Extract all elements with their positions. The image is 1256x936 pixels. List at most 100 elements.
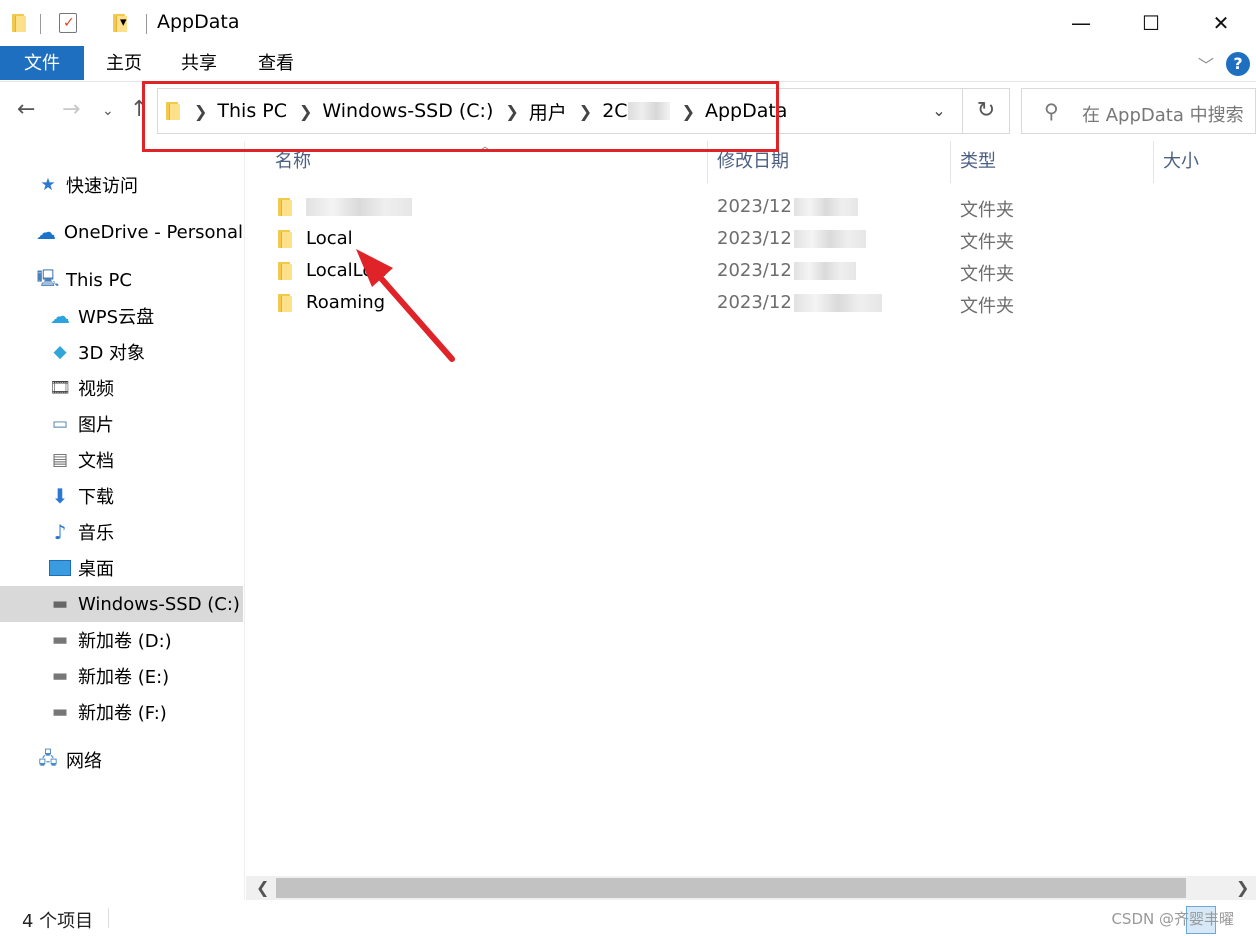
file-name: LocalLow <box>306 260 389 281</box>
sidebar-item-this-pc[interactable]: 🖳 This PC <box>0 262 243 298</box>
sidebar-item-label: OneDrive - Personal <box>63 221 243 243</box>
column-divider[interactable] <box>950 141 951 183</box>
sidebar-item-drive-c[interactable]: ▬ Windows-SSD (C:) <box>0 586 243 622</box>
sidebar-item-drive-f[interactable]: ▬ 新加卷 (F:) <box>0 694 243 730</box>
tab-file[interactable]: 文件 <box>0 46 84 80</box>
window-title: AppData <box>157 11 240 33</box>
sidebar-item-wps[interactable]: ☁ WPS云盘 <box>0 298 243 334</box>
table-row[interactable]: 2023/12 文件夹 <box>246 191 1256 223</box>
music-note-icon: ♪ <box>53 520 67 544</box>
sidebar-item-label: 3D 对象 <box>78 343 146 364</box>
sidebar-item-label: 快速访问 <box>66 176 138 197</box>
folder-icon <box>278 230 294 248</box>
column-header-type[interactable]: 类型 <box>960 141 996 183</box>
file-name <box>306 196 412 217</box>
file-name: Roaming <box>306 292 386 313</box>
sidebar-item-label: 新加卷 (F:) <box>78 703 167 724</box>
redacted-text <box>793 230 866 248</box>
sidebar-item-documents[interactable]: ▤ 文档 <box>0 442 243 478</box>
redacted-text <box>793 198 858 216</box>
table-row[interactable]: Local 2023/12 文件夹 <box>246 223 1256 255</box>
sidebar-item-desktop[interactable]: 桌面 <box>0 550 243 586</box>
file-date: 2023/12 <box>717 228 866 249</box>
status-bar: 4 个项目 CSDN @齐婴丰曜 <box>0 900 1256 936</box>
column-header-size[interactable]: 大小 <box>1163 141 1199 183</box>
sidebar-item-drive-e[interactable]: ▬ 新加卷 (E:) <box>0 658 243 694</box>
drive-icon: ▬ <box>51 630 69 650</box>
properties-icon[interactable]: ✓ <box>59 13 77 33</box>
sidebar-item-onedrive[interactable]: ☁ OneDrive - Personal <box>0 214 243 250</box>
table-row[interactable]: LocalLow 2023/12 文件夹 <box>246 255 1256 287</box>
sidebar-item-label: This PC <box>66 269 132 291</box>
file-type: 文件夹 <box>960 232 1014 253</box>
customize-toolbar-icon[interactable]: ▾ <box>120 15 127 30</box>
sidebar-item-label: 图片 <box>78 415 114 436</box>
network-icon: 🖧 <box>38 748 58 769</box>
horizontal-scrollbar[interactable]: ❮ ❯ <box>246 876 1256 900</box>
star-icon: ★ <box>40 175 56 195</box>
cube-icon: ◆ <box>53 342 67 362</box>
scrollbar-thumb[interactable] <box>276 878 1186 898</box>
ribbon-tabs: 文件 主页 共享 查看 ﹀ ? <box>0 46 1256 82</box>
drive-icon: ▬ <box>51 702 69 722</box>
column-divider[interactable] <box>1153 141 1154 183</box>
drive-icon: ▬ <box>51 594 69 614</box>
redacted-text <box>793 262 856 280</box>
search-icon: ⚲ <box>1044 99 1059 123</box>
sidebar-item-3d-objects[interactable]: ◆ 3D 对象 <box>0 334 243 370</box>
sidebar-item-pictures[interactable]: ▭ 图片 <box>0 406 243 442</box>
search-input[interactable]: 在 AppData 中搜索 <box>1082 101 1244 127</box>
file-name: Local <box>306 228 353 249</box>
sidebar-item-label: 音乐 <box>78 523 114 544</box>
sidebar-item-label: 新加卷 (D:) <box>78 631 172 652</box>
folder-icon <box>278 262 294 280</box>
sidebar-item-music[interactable]: ♪ 音乐 <box>0 514 243 550</box>
close-button[interactable]: ✕ <box>1186 0 1256 46</box>
back-icon[interactable]: ← <box>17 97 35 122</box>
sidebar-item-label: 文档 <box>78 451 114 472</box>
file-date: 2023/12 <box>717 196 858 217</box>
sidebar-item-downloads[interactable]: ⬇ 下载 <box>0 478 243 514</box>
document-icon: ▤ <box>51 450 69 470</box>
cloud-icon: ☁ <box>35 220 56 244</box>
sidebar-item-label: 网络 <box>66 751 102 772</box>
highlight-box <box>142 81 779 152</box>
download-icon: ⬇ <box>51 484 69 508</box>
recent-locations-icon[interactable]: ⌄ <box>102 103 114 119</box>
minimize-button[interactable]: — <box>1046 0 1116 46</box>
sidebar-item-videos[interactable]: 🎞 视频 <box>0 370 243 406</box>
maximize-button[interactable]: ☐ <box>1116 0 1186 46</box>
tab-home[interactable]: 主页 <box>84 46 164 80</box>
computer-icon: 🖳 <box>36 268 60 289</box>
chevron-down-icon[interactable]: ⌄ <box>916 89 962 133</box>
sidebar-item-label: Windows-SSD (C:) <box>78 593 240 615</box>
file-type: 文件夹 <box>960 296 1014 317</box>
scroll-left-icon[interactable]: ❮ <box>256 878 269 897</box>
redacted-text <box>306 198 412 216</box>
forward-icon[interactable]: → <box>62 97 80 122</box>
search-box[interactable]: ⚲ 在 AppData 中搜索 <box>1021 88 1256 134</box>
refresh-button[interactable]: ↻ <box>962 88 1010 134</box>
drive-icon: ▬ <box>51 666 69 686</box>
expand-ribbon-icon[interactable]: ﹀ <box>1198 52 1214 76</box>
sidebar-item-label: WPS云盘 <box>78 307 155 328</box>
item-count: 4 个项目 <box>22 911 94 932</box>
sidebar-item-label: 下载 <box>78 487 114 508</box>
sidebar-item-quick-access[interactable]: ★ 快速访问 <box>0 167 243 203</box>
divider <box>40 14 41 34</box>
watermark: CSDN @齐婴丰曜 <box>1111 910 1234 928</box>
help-icon[interactable]: ? <box>1226 52 1250 76</box>
file-list: ︿ 名称 修改日期 类型 大小 2023/12 文件夹 Local 2023/1… <box>246 139 1256 876</box>
file-date: 2023/12 <box>717 260 856 281</box>
tab-view[interactable]: 查看 <box>236 46 316 80</box>
redacted-text <box>793 294 882 312</box>
title-bar: ✓ ▾ AppData — ☐ ✕ <box>0 0 1256 46</box>
scroll-right-icon[interactable]: ❯ <box>1236 878 1249 897</box>
sidebar-item-network[interactable]: 🖧 网络 <box>0 742 243 778</box>
picture-icon: ▭ <box>51 414 69 434</box>
tab-share[interactable]: 共享 <box>159 46 239 80</box>
folder-icon <box>278 198 294 216</box>
table-row[interactable]: Roaming 2023/12 文件夹 <box>246 287 1256 319</box>
sidebar-item-label: 桌面 <box>78 559 114 580</box>
sidebar-item-drive-d[interactable]: ▬ 新加卷 (D:) <box>0 622 243 658</box>
